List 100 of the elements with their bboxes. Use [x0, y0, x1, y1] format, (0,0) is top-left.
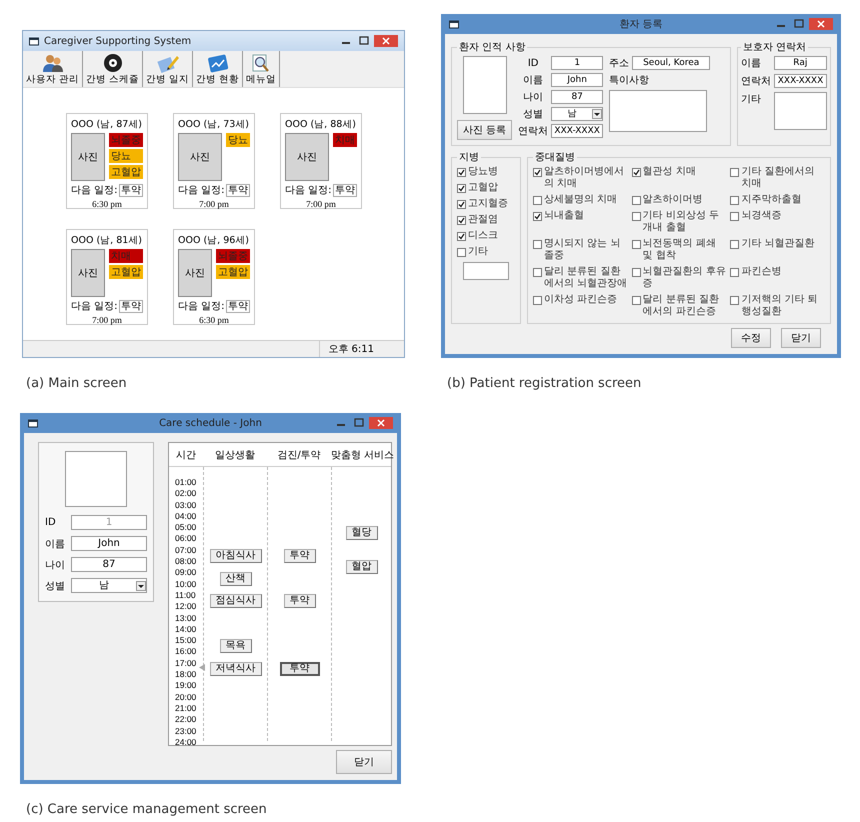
schedule-item-button[interactable]: 산책	[220, 572, 252, 586]
checkbox[interactable]	[730, 168, 740, 177]
dialog-button[interactable]: 수정	[731, 328, 771, 348]
condition-tag: 치매	[109, 249, 143, 263]
chart-icon	[206, 53, 230, 73]
checkbox[interactable]	[632, 296, 641, 305]
checkbox-label: 지주막하출혈	[741, 194, 802, 206]
patient-card[interactable]: OOO (남, 81세) 사진 치매 고혈압 다음 일정: 투약 7:00 pm	[66, 229, 148, 325]
condition-tag: 당뇨	[226, 133, 250, 147]
checkbox[interactable]	[457, 200, 466, 209]
schedule-time: 7:00 pm	[198, 199, 230, 209]
gender-dropdown[interactable]: 남	[71, 578, 147, 593]
checkbox[interactable]	[730, 212, 740, 221]
field-label: 이름	[741, 57, 762, 70]
dropdown-icon	[136, 580, 146, 590]
time-label: 13:00	[174, 612, 196, 623]
checkbox[interactable]	[730, 196, 740, 205]
checkbox-label: 기타 뇌혈관질환	[741, 238, 815, 250]
photo-placeholder: 사진	[178, 249, 212, 297]
time-label: 20:00	[174, 692, 196, 702]
time-label: 18:00	[174, 669, 196, 680]
schedule-item-button[interactable]: 아침식사	[210, 549, 262, 564]
schedule-item-button[interactable]: 투약	[284, 594, 316, 608]
time-label: 09:00	[174, 567, 196, 578]
checkbox[interactable]	[457, 184, 466, 193]
schedule-item-button[interactable]: 저녁식사	[210, 662, 262, 676]
input-field[interactable]: XXX-XXXX	[774, 74, 827, 88]
schedule-item-button[interactable]: 투약	[284, 549, 316, 564]
checkbox[interactable]	[457, 248, 466, 257]
checkbox[interactable]	[730, 268, 740, 277]
checkbox[interactable]	[533, 168, 542, 177]
input-field[interactable]: 87	[551, 90, 604, 104]
gender-dropdown[interactable]: 남	[551, 107, 604, 121]
time-label: 03:00	[174, 500, 196, 510]
users-icon	[40, 53, 65, 73]
time-label: 12:00	[174, 601, 196, 612]
close-icon[interactable]	[369, 417, 393, 429]
checkbox[interactable]	[533, 196, 542, 205]
checkbox[interactable]	[730, 240, 740, 249]
toolbar-button[interactable]: 사용자 관리	[23, 51, 84, 87]
checkbox[interactable]	[632, 268, 641, 277]
column-header: 검진/투약	[267, 443, 331, 467]
other-field[interactable]	[774, 92, 827, 130]
checkbox[interactable]	[457, 232, 466, 241]
photo-placeholder	[65, 451, 127, 507]
checkbox[interactable]	[632, 240, 641, 249]
photo-register-button[interactable]: 사진 등록	[457, 120, 512, 140]
input-field[interactable]: 1	[551, 56, 604, 70]
field-label: ID	[45, 517, 57, 528]
field-label: 이름	[45, 538, 66, 550]
input-field[interactable]: 87	[71, 557, 147, 572]
time-label: 08:00	[174, 556, 196, 566]
next-schedule-label: 다음 일정:	[178, 300, 225, 313]
input-field[interactable]: XXX-XXXX	[551, 124, 604, 138]
checkbox[interactable]	[457, 168, 466, 177]
condition-tag: 고혈압	[109, 165, 143, 179]
input-field[interactable]: John	[71, 536, 147, 551]
other-field[interactable]	[463, 262, 509, 280]
condition-tag: 당뇨	[109, 149, 143, 163]
close-icon[interactable]	[809, 18, 833, 30]
address-field[interactable]: Seoul, Korea	[632, 56, 710, 70]
close-icon[interactable]	[374, 35, 398, 47]
patient-card[interactable]: OOO (남, 88세) 사진 치매 다음 일정: 투약 7:00 pm	[280, 113, 362, 209]
next-schedule-label: 다음 일정:	[178, 184, 225, 197]
schedule-time: 7:00 pm	[91, 315, 123, 325]
checkbox[interactable]	[457, 216, 466, 225]
group-title: 환자 인적 사항	[458, 41, 526, 54]
checkbox[interactable]	[632, 168, 641, 177]
schedule-item-button[interactable]: 점심식사	[210, 594, 262, 608]
input-field[interactable]: John	[551, 73, 604, 87]
schedule-item-button[interactable]: 혈압	[346, 560, 378, 574]
checkbox[interactable]	[632, 196, 641, 205]
time-label: 23:00	[174, 726, 196, 736]
time-label: 21:00	[174, 702, 196, 713]
time-label: 22:00	[174, 714, 196, 724]
dialog-button[interactable]: 닫기	[781, 328, 821, 348]
input-field[interactable]: Raj	[774, 56, 827, 70]
patient-card[interactable]: OOO (남, 87세) 사진 뇌졸중 당뇨 고혈압 다음 일정: 투약 6:30 pm	[66, 113, 148, 209]
checkbox[interactable]	[533, 240, 542, 249]
schedule-item-button[interactable]: 투약	[280, 662, 320, 676]
checkbox[interactable]	[730, 296, 740, 305]
field-label: ID	[526, 58, 540, 68]
checkbox-label: 기타 질환에서의 치매	[741, 166, 816, 190]
schedule-time: 7:00 pm	[305, 199, 337, 209]
checkbox[interactable]	[533, 268, 542, 277]
checkbox[interactable]	[533, 212, 542, 221]
checkbox[interactable]	[533, 296, 542, 305]
checkbox-label: 고지혈증	[468, 198, 508, 210]
patient-card[interactable]: OOO (남, 73세) 사진 당뇨 다음 일정: 투약 7:00 pm	[173, 113, 255, 209]
condition-tag: 고혈압	[109, 265, 143, 279]
checkbox-label: 뇌전동맥의 폐쇄 및 협착	[642, 238, 717, 262]
close-button[interactable]: 닫기	[336, 750, 392, 774]
field-label: 성별	[522, 108, 544, 121]
schedule-item-button[interactable]: 혈당	[346, 526, 378, 540]
checkbox[interactable]	[632, 212, 641, 221]
next-schedule-label: 다음 일정:	[71, 300, 118, 313]
schedule-item-button[interactable]: 목욕	[220, 639, 252, 654]
notes-field[interactable]	[609, 90, 708, 132]
patient-card[interactable]: OOO (남, 96세) 사진 뇌졸중 고혈압 다음 일정: 투약 6:30 pm	[173, 229, 255, 325]
time-label: 14:00	[174, 624, 196, 634]
